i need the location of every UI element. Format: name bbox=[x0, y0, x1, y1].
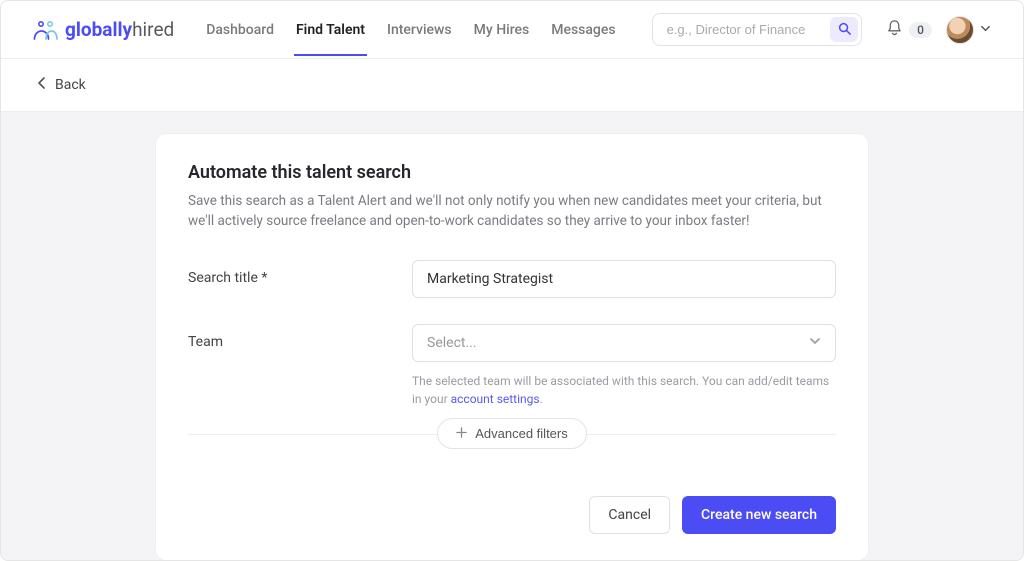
search-title-input[interactable] bbox=[412, 260, 836, 298]
chevron-left-icon bbox=[37, 77, 47, 93]
advanced-filters-label: Advanced filters bbox=[475, 426, 568, 441]
search-title-label: Search title * bbox=[188, 260, 388, 286]
notification-count: 0 bbox=[909, 22, 932, 38]
page-body: Automate this talent search Save this se… bbox=[1, 112, 1023, 560]
people-icon bbox=[33, 19, 59, 41]
plus-icon bbox=[456, 426, 467, 441]
app-header: globallyhired Dashboard Find Talent Inte… bbox=[1, 1, 1023, 59]
team-helper-text: The selected team will be associated wit… bbox=[412, 372, 836, 408]
search-icon bbox=[838, 22, 851, 38]
user-menu[interactable] bbox=[946, 16, 991, 44]
nav-dashboard[interactable]: Dashboard bbox=[206, 4, 274, 56]
nav-my-hires[interactable]: My Hires bbox=[474, 4, 530, 56]
field-search-title: Search title * bbox=[188, 260, 836, 298]
form-actions: Cancel Create new search bbox=[188, 496, 836, 534]
avatar bbox=[946, 16, 974, 44]
back-label: Back bbox=[55, 77, 86, 93]
global-search bbox=[652, 13, 863, 46]
cancel-button[interactable]: Cancel bbox=[589, 496, 670, 534]
notifications-button[interactable]: 0 bbox=[886, 19, 932, 40]
back-bar: Back bbox=[1, 59, 1023, 112]
brand-logo[interactable]: globallyhired bbox=[33, 18, 174, 41]
advanced-filters-row: Advanced filters bbox=[188, 434, 836, 466]
search-form-card: Automate this talent search Save this se… bbox=[156, 134, 868, 560]
team-select[interactable]: Select... bbox=[412, 324, 836, 362]
team-select-placeholder: Select... bbox=[427, 335, 477, 351]
account-settings-link[interactable]: account settings bbox=[451, 392, 540, 406]
page-description: Save this search as a Talent Alert and w… bbox=[188, 191, 836, 232]
create-search-button[interactable]: Create new search bbox=[682, 496, 836, 534]
team-label: Team bbox=[188, 324, 388, 350]
bell-icon bbox=[886, 19, 903, 40]
back-button[interactable]: Back bbox=[37, 77, 86, 93]
search-button[interactable] bbox=[830, 17, 858, 42]
nav-find-talent[interactable]: Find Talent bbox=[296, 4, 365, 56]
chevron-down-icon bbox=[809, 335, 821, 351]
field-team: Team Select... The selected team will be… bbox=[188, 324, 836, 408]
brand-text: globallyhired bbox=[65, 18, 174, 41]
advanced-filters-button[interactable]: Advanced filters bbox=[437, 418, 587, 449]
chevron-down-icon bbox=[980, 22, 991, 38]
main-nav: Dashboard Find Talent Interviews My Hire… bbox=[206, 4, 615, 56]
page-title: Automate this talent search bbox=[188, 162, 836, 183]
nav-messages[interactable]: Messages bbox=[551, 4, 615, 56]
nav-interviews[interactable]: Interviews bbox=[387, 4, 452, 56]
